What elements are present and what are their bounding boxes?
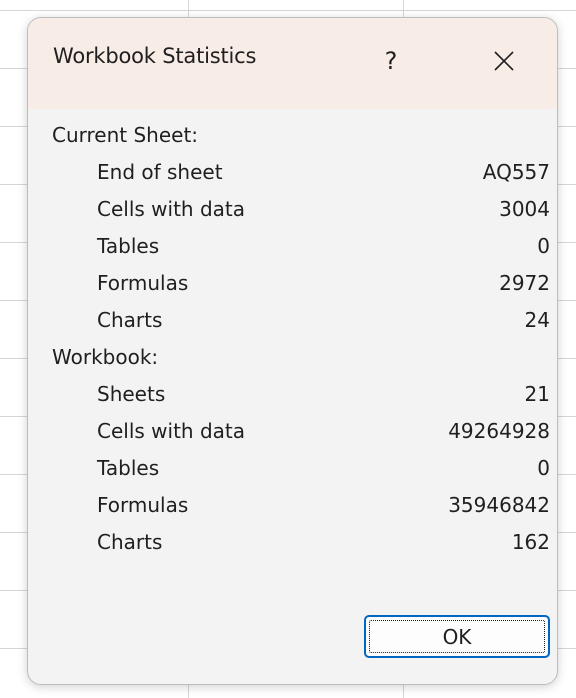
dialog-titlebar: Workbook Statistics ? — [28, 18, 557, 109]
stat-label: Tables — [97, 456, 160, 480]
stat-label: Cells with data — [97, 197, 245, 221]
stat-row-charts: Charts 24 — [97, 308, 550, 338]
workbook-heading: Workbook: — [52, 345, 159, 369]
stat-label: Sheets — [97, 382, 166, 406]
stat-label: Cells with data — [97, 419, 245, 443]
stat-label: Formulas — [97, 493, 189, 517]
stat-value: 49264928 — [448, 419, 550, 443]
stat-value: 35946842 — [448, 493, 550, 517]
stat-value: 2972 — [499, 271, 550, 295]
stat-value: 162 — [511, 530, 550, 554]
stat-row-sheets: Sheets 21 — [97, 382, 550, 412]
stat-value: AQ557 — [482, 160, 550, 184]
workbook-statistics-dialog: Workbook Statistics ? Current Sheet: End… — [27, 17, 558, 685]
ok-button[interactable]: OK — [364, 615, 550, 658]
stat-value: 3004 — [499, 197, 550, 221]
help-button[interactable]: ? — [366, 36, 416, 86]
stat-row-formulas: Formulas 35946842 — [97, 493, 550, 523]
stat-label: Charts — [97, 308, 163, 332]
stat-row-cells-with-data: Cells with data 3004 — [97, 197, 550, 227]
stat-label: End of sheet — [97, 160, 223, 184]
dialog-title: Workbook Statistics — [53, 44, 257, 68]
stat-row-charts: Charts 162 — [97, 530, 550, 560]
current-sheet-heading: Current Sheet: — [52, 123, 199, 147]
stat-label: Formulas — [97, 271, 189, 295]
stat-row-end-of-sheet: End of sheet AQ557 — [97, 160, 550, 190]
help-icon: ? — [384, 47, 398, 75]
stat-label: Tables — [97, 234, 160, 258]
stat-value: 0 — [537, 234, 550, 258]
ok-button-label: OK — [442, 624, 472, 649]
close-icon — [494, 51, 514, 71]
stat-row-cells-with-data: Cells with data 49264928 — [97, 419, 550, 449]
stat-value: 0 — [537, 456, 550, 480]
close-button[interactable] — [477, 36, 531, 86]
stat-row-tables: Tables 0 — [97, 234, 550, 264]
stat-value: 24 — [524, 308, 550, 332]
stat-row-tables: Tables 0 — [97, 456, 550, 486]
stat-value: 21 — [524, 382, 550, 406]
stat-row-formulas: Formulas 2972 — [97, 271, 550, 301]
stat-label: Charts — [97, 530, 163, 554]
